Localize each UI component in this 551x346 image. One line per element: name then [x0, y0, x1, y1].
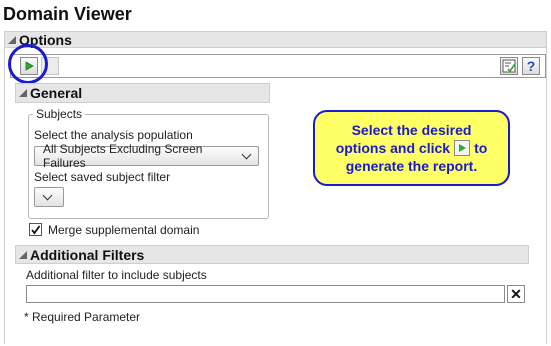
saved-filter-select[interactable] — [34, 187, 64, 207]
options-header[interactable]: Options — [4, 31, 547, 48]
collapse-triangle-icon[interactable] — [19, 250, 27, 259]
callout-line-2-text: options and click — [335, 140, 451, 156]
population-label: Select the analysis population — [34, 128, 193, 142]
callout-line-1: Select the desired — [351, 122, 472, 138]
population-value: All Subjects Excluding Screen Failures — [43, 142, 203, 170]
subjects-group-label: Subjects — [33, 107, 86, 121]
options-outline-border-right — [546, 48, 547, 344]
instruction-callout: Select the desired options and click to … — [313, 110, 510, 186]
chevron-down-icon — [241, 149, 252, 159]
page-title: Domain Viewer — [3, 4, 132, 24]
callout-line-3: generate the report. — [345, 158, 478, 174]
population-select[interactable]: All Subjects Excluding Screen Failures — [34, 142, 259, 170]
general-title: General — [30, 85, 83, 101]
filter-label: Select saved subject filter — [34, 170, 171, 184]
merge-checkbox[interactable] — [29, 223, 42, 236]
callout-line-2-end: to — [474, 140, 488, 156]
help-icon: ? — [526, 58, 536, 74]
options-toolbar — [10, 54, 546, 78]
required-note: * Required Parameter — [24, 310, 141, 324]
clear-filter-button[interactable]: ✕ — [507, 285, 525, 303]
report-check-icon — [502, 59, 516, 73]
additional-filters-title: Additional Filters — [30, 246, 145, 263]
help-button[interactable]: ? — [522, 57, 540, 75]
chevron-down-icon — [42, 190, 53, 200]
additional-filters-header[interactable]: Additional Filters — [15, 245, 529, 264]
additional-filter-label: Additional filter to include subjects — [26, 268, 207, 282]
general-header[interactable]: General — [15, 83, 270, 103]
collapse-triangle-icon[interactable] — [19, 89, 27, 97]
collapse-triangle-icon[interactable] — [8, 35, 16, 44]
checkmark-icon — [31, 225, 41, 235]
callout-line-2: options and click to — [315, 139, 508, 157]
highlight-ring — [8, 44, 48, 84]
report-check-button[interactable] — [500, 57, 518, 75]
additional-filter-input[interactable] — [26, 285, 505, 303]
close-icon: ✕ — [510, 286, 522, 302]
options-outline-border — [4, 48, 5, 344]
merge-label: Merge supplemental domain — [48, 223, 200, 237]
play-icon — [454, 140, 471, 156]
